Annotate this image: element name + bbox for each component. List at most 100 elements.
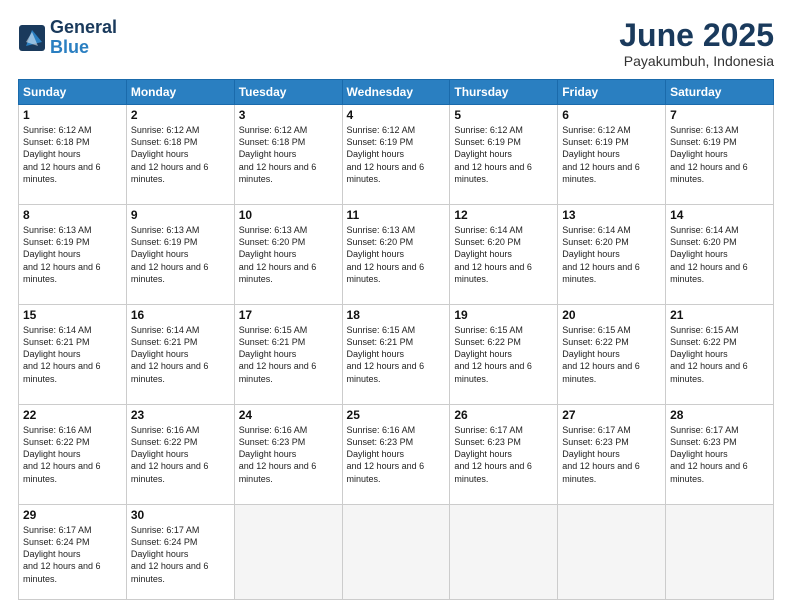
- day-info: Sunrise: 6:15 AM Sunset: 6:21 PM Dayligh…: [347, 324, 446, 385]
- table-row: 9 Sunrise: 6:13 AM Sunset: 6:19 PM Dayli…: [126, 205, 234, 305]
- col-saturday: Saturday: [666, 80, 774, 105]
- table-row: 11 Sunrise: 6:13 AM Sunset: 6:20 PM Dayl…: [342, 205, 450, 305]
- table-row: 19 Sunrise: 6:15 AM Sunset: 6:22 PM Dayl…: [450, 305, 558, 405]
- day-number: 24: [239, 408, 338, 422]
- day-info: Sunrise: 6:12 AM Sunset: 6:18 PM Dayligh…: [131, 124, 230, 185]
- table-row: [666, 504, 774, 599]
- col-sunday: Sunday: [19, 80, 127, 105]
- day-info: Sunrise: 6:14 AM Sunset: 6:20 PM Dayligh…: [670, 224, 769, 285]
- day-number: 19: [454, 308, 553, 322]
- col-monday: Monday: [126, 80, 234, 105]
- table-row: 23 Sunrise: 6:16 AM Sunset: 6:22 PM Dayl…: [126, 405, 234, 505]
- day-info: Sunrise: 6:15 AM Sunset: 6:22 PM Dayligh…: [454, 324, 553, 385]
- table-row: 14 Sunrise: 6:14 AM Sunset: 6:20 PM Dayl…: [666, 205, 774, 305]
- day-info: Sunrise: 6:13 AM Sunset: 6:19 PM Dayligh…: [131, 224, 230, 285]
- day-number: 6: [562, 108, 661, 122]
- day-number: 14: [670, 208, 769, 222]
- day-info: Sunrise: 6:15 AM Sunset: 6:21 PM Dayligh…: [239, 324, 338, 385]
- day-info: Sunrise: 6:15 AM Sunset: 6:22 PM Dayligh…: [670, 324, 769, 385]
- day-number: 4: [347, 108, 446, 122]
- day-number: 17: [239, 308, 338, 322]
- day-number: 5: [454, 108, 553, 122]
- day-info: Sunrise: 6:14 AM Sunset: 6:21 PM Dayligh…: [23, 324, 122, 385]
- day-number: 11: [347, 208, 446, 222]
- table-row: 15 Sunrise: 6:14 AM Sunset: 6:21 PM Dayl…: [19, 305, 127, 405]
- table-row: 2 Sunrise: 6:12 AM Sunset: 6:18 PM Dayli…: [126, 105, 234, 205]
- month-title: June 2025: [619, 18, 774, 53]
- table-row: 24 Sunrise: 6:16 AM Sunset: 6:23 PM Dayl…: [234, 405, 342, 505]
- table-row: 25 Sunrise: 6:16 AM Sunset: 6:23 PM Dayl…: [342, 405, 450, 505]
- col-tuesday: Tuesday: [234, 80, 342, 105]
- day-number: 8: [23, 208, 122, 222]
- col-wednesday: Wednesday: [342, 80, 450, 105]
- table-row: [450, 504, 558, 599]
- day-number: 1: [23, 108, 122, 122]
- table-row: 3 Sunrise: 6:12 AM Sunset: 6:18 PM Dayli…: [234, 105, 342, 205]
- calendar-header-row: Sunday Monday Tuesday Wednesday Thursday…: [19, 80, 774, 105]
- table-row: 7 Sunrise: 6:13 AM Sunset: 6:19 PM Dayli…: [666, 105, 774, 205]
- day-info: Sunrise: 6:17 AM Sunset: 6:24 PM Dayligh…: [131, 524, 230, 585]
- day-info: Sunrise: 6:17 AM Sunset: 6:23 PM Dayligh…: [670, 424, 769, 485]
- table-row: 5 Sunrise: 6:12 AM Sunset: 6:19 PM Dayli…: [450, 105, 558, 205]
- table-row: 20 Sunrise: 6:15 AM Sunset: 6:22 PM Dayl…: [558, 305, 666, 405]
- calendar-table: Sunday Monday Tuesday Wednesday Thursday…: [18, 79, 774, 600]
- day-info: Sunrise: 6:12 AM Sunset: 6:18 PM Dayligh…: [239, 124, 338, 185]
- day-number: 28: [670, 408, 769, 422]
- title-section: June 2025 Payakumbuh, Indonesia: [619, 18, 774, 69]
- day-info: Sunrise: 6:12 AM Sunset: 6:18 PM Dayligh…: [23, 124, 122, 185]
- table-row: 18 Sunrise: 6:15 AM Sunset: 6:21 PM Dayl…: [342, 305, 450, 405]
- day-info: Sunrise: 6:13 AM Sunset: 6:19 PM Dayligh…: [670, 124, 769, 185]
- day-info: Sunrise: 6:17 AM Sunset: 6:23 PM Dayligh…: [562, 424, 661, 485]
- table-row: [342, 504, 450, 599]
- table-row: [558, 504, 666, 599]
- day-number: 22: [23, 408, 122, 422]
- day-number: 10: [239, 208, 338, 222]
- day-info: Sunrise: 6:17 AM Sunset: 6:23 PM Dayligh…: [454, 424, 553, 485]
- day-number: 16: [131, 308, 230, 322]
- top-section: General Blue June 2025 Payakumbuh, Indon…: [18, 18, 774, 69]
- logo-line1: General: [50, 18, 117, 38]
- day-info: Sunrise: 6:16 AM Sunset: 6:22 PM Dayligh…: [131, 424, 230, 485]
- day-number: 27: [562, 408, 661, 422]
- day-info: Sunrise: 6:13 AM Sunset: 6:19 PM Dayligh…: [23, 224, 122, 285]
- table-row: 29 Sunrise: 6:17 AM Sunset: 6:24 PM Dayl…: [19, 504, 127, 599]
- table-row: 21 Sunrise: 6:15 AM Sunset: 6:22 PM Dayl…: [666, 305, 774, 405]
- day-number: 3: [239, 108, 338, 122]
- location-subtitle: Payakumbuh, Indonesia: [619, 53, 774, 69]
- day-number: 23: [131, 408, 230, 422]
- table-row: 13 Sunrise: 6:14 AM Sunset: 6:20 PM Dayl…: [558, 205, 666, 305]
- day-info: Sunrise: 6:14 AM Sunset: 6:20 PM Dayligh…: [562, 224, 661, 285]
- day-number: 29: [23, 508, 122, 522]
- table-row: 16 Sunrise: 6:14 AM Sunset: 6:21 PM Dayl…: [126, 305, 234, 405]
- day-number: 20: [562, 308, 661, 322]
- day-info: Sunrise: 6:14 AM Sunset: 6:21 PM Dayligh…: [131, 324, 230, 385]
- day-info: Sunrise: 6:15 AM Sunset: 6:22 PM Dayligh…: [562, 324, 661, 385]
- table-row: 12 Sunrise: 6:14 AM Sunset: 6:20 PM Dayl…: [450, 205, 558, 305]
- table-row: 17 Sunrise: 6:15 AM Sunset: 6:21 PM Dayl…: [234, 305, 342, 405]
- day-info: Sunrise: 6:16 AM Sunset: 6:22 PM Dayligh…: [23, 424, 122, 485]
- day-info: Sunrise: 6:13 AM Sunset: 6:20 PM Dayligh…: [347, 224, 446, 285]
- day-info: Sunrise: 6:12 AM Sunset: 6:19 PM Dayligh…: [347, 124, 446, 185]
- logo-icon: [18, 24, 46, 52]
- day-number: 18: [347, 308, 446, 322]
- day-info: Sunrise: 6:12 AM Sunset: 6:19 PM Dayligh…: [562, 124, 661, 185]
- table-row: 30 Sunrise: 6:17 AM Sunset: 6:24 PM Dayl…: [126, 504, 234, 599]
- table-row: 10 Sunrise: 6:13 AM Sunset: 6:20 PM Dayl…: [234, 205, 342, 305]
- logo: General Blue: [18, 18, 117, 58]
- page: General Blue June 2025 Payakumbuh, Indon…: [0, 0, 792, 612]
- day-number: 13: [562, 208, 661, 222]
- day-number: 25: [347, 408, 446, 422]
- table-row: 22 Sunrise: 6:16 AM Sunset: 6:22 PM Dayl…: [19, 405, 127, 505]
- day-number: 21: [670, 308, 769, 322]
- table-row: 28 Sunrise: 6:17 AM Sunset: 6:23 PM Dayl…: [666, 405, 774, 505]
- table-row: 6 Sunrise: 6:12 AM Sunset: 6:19 PM Dayli…: [558, 105, 666, 205]
- day-number: 26: [454, 408, 553, 422]
- table-row: 8 Sunrise: 6:13 AM Sunset: 6:19 PM Dayli…: [19, 205, 127, 305]
- day-number: 9: [131, 208, 230, 222]
- logo-line2: Blue: [50, 38, 117, 58]
- table-row: 27 Sunrise: 6:17 AM Sunset: 6:23 PM Dayl…: [558, 405, 666, 505]
- day-info: Sunrise: 6:16 AM Sunset: 6:23 PM Dayligh…: [347, 424, 446, 485]
- table-row: 4 Sunrise: 6:12 AM Sunset: 6:19 PM Dayli…: [342, 105, 450, 205]
- day-number: 15: [23, 308, 122, 322]
- table-row: 1 Sunrise: 6:12 AM Sunset: 6:18 PM Dayli…: [19, 105, 127, 205]
